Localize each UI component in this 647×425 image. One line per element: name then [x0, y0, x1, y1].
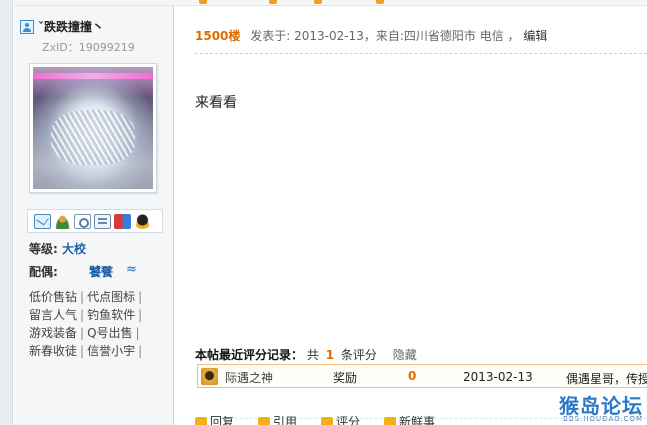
rater-avatar[interactable] — [201, 368, 218, 385]
top-marker — [269, 0, 277, 4]
user-zxid: ZxID：19099219 — [42, 41, 135, 54]
user-link[interactable]: 代点图标 — [87, 290, 135, 304]
blocks-icon[interactable] — [114, 213, 131, 229]
rating-score: 0 — [408, 369, 417, 383]
avatar-image — [33, 67, 153, 189]
separator: | — [80, 308, 85, 322]
share-icon — [384, 416, 397, 425]
rating-date: 2013-02-13 — [463, 370, 533, 384]
post-main: 1500楼 发表于: 2013-02-13，来自:四川省德阳市 电信 ， 编辑 … — [175, 6, 647, 425]
user-link[interactable]: 信誉小宇 — [87, 344, 135, 358]
share-button[interactable]: 新鲜事 — [384, 413, 435, 425]
rating-count-prefix: 共 — [306, 348, 319, 362]
rating-header: 本帖最近评分记录： 共 1 条评分 隐藏 — [195, 346, 417, 363]
separator: | — [138, 308, 143, 322]
spouse-value[interactable]: 饕餮 — [89, 263, 113, 280]
separator: | — [80, 344, 85, 358]
edit-link[interactable]: 编辑 — [523, 29, 547, 43]
user-link-row: 留言人气 | 钓鱼软件 | — [29, 306, 164, 324]
rater-name[interactable]: 际遇之神 — [225, 369, 273, 386]
rating-count: 1 — [325, 348, 335, 362]
share-label: 新鲜事 — [399, 415, 436, 425]
rating-row: 际遇之神 奖励 0 2013-02-13 偶遇星哥，传授 — [197, 364, 647, 388]
post-actions: 回复 引用 评分 新鲜事 — [195, 413, 435, 425]
rate-label: 评分 — [336, 415, 361, 425]
user-link[interactable]: 游戏装备 — [29, 326, 77, 340]
user-link[interactable]: Q号出售 — [87, 326, 132, 340]
separator: | — [80, 290, 85, 304]
user-link[interactable]: 留言人气 — [29, 308, 77, 322]
user-link[interactable]: 钓鱼软件 — [87, 308, 135, 322]
post-content: 来看看 — [195, 95, 237, 111]
separator: | — [138, 290, 143, 304]
user-name-row[interactable]: ˇ跌跌撞撞丶 — [20, 18, 104, 35]
user-level: 等级: 大校 — [29, 240, 86, 257]
user-links: 低价售钻 | 代点图标 | 留言人气 | 钓鱼软件 | 游戏装备 | Q号出售 | 新春收徒 | 信誉… — [29, 288, 164, 360]
profile-card-icon[interactable] — [94, 213, 111, 229]
user-icon — [20, 19, 34, 34]
watermark-url: BBS.HOUDAO.COM — [563, 415, 643, 423]
separator: | — [80, 326, 85, 340]
post-header: 1500楼 发表于: 2013-02-13，来自:四川省德阳市 电信 ， 编辑 — [195, 27, 547, 44]
rating-type: 奖励 — [333, 371, 358, 385]
header-divider — [195, 53, 647, 54]
quote-button[interactable]: 引用 — [258, 413, 297, 425]
rating-title: 本帖最近评分记录： — [195, 348, 304, 362]
level-value[interactable]: 大校 — [62, 242, 86, 256]
user-action-icons — [27, 209, 163, 233]
reply-label: 回复 — [210, 415, 235, 425]
separator: | — [138, 344, 143, 358]
spouse-link-icon[interactable]: ≈ — [126, 262, 137, 277]
separator: | — [135, 326, 140, 340]
post-meta: 发表于: 2013-02-13，来自:四川省德阳市 电信 ， — [250, 29, 520, 43]
top-marker — [376, 0, 384, 4]
user-link[interactable]: 低价售钻 — [29, 290, 77, 304]
quote-icon — [258, 416, 271, 425]
post-floor[interactable]: 1500楼 — [195, 29, 240, 43]
qq-icon[interactable] — [134, 213, 151, 229]
top-marker — [199, 0, 207, 4]
rating-reason: 偶遇星哥，传授 — [566, 372, 647, 386]
user-link-row: 新春收徒 | 信誉小宇 | — [29, 342, 164, 360]
user-link-row: 游戏装备 | Q号出售 | — [29, 324, 164, 342]
spouse-label: 配偶: — [29, 265, 58, 279]
level-label: 等级: — [29, 242, 58, 256]
rate-icon — [321, 416, 334, 425]
quote-label: 引用 — [273, 415, 298, 425]
username[interactable]: ˇ跌跌撞撞丶 — [38, 18, 104, 35]
reply-icon — [195, 416, 207, 425]
user-link[interactable]: 新春收徒 — [29, 344, 77, 358]
add-friend-icon[interactable] — [54, 213, 71, 229]
hide-rating-link[interactable]: 隐藏 — [393, 348, 417, 362]
rating-count-suffix: 条评分 — [340, 348, 377, 362]
user-link-row: 低价售钻 | 代点图标 | — [29, 288, 164, 306]
rate-button[interactable]: 评分 — [321, 413, 360, 425]
avatar[interactable] — [29, 63, 157, 193]
top-marker — [314, 0, 322, 4]
page-left-gutter — [0, 0, 13, 425]
reply-button[interactable]: 回复 — [195, 413, 234, 425]
mail-icon[interactable] — [34, 213, 51, 229]
search-posts-icon[interactable] — [74, 213, 91, 229]
